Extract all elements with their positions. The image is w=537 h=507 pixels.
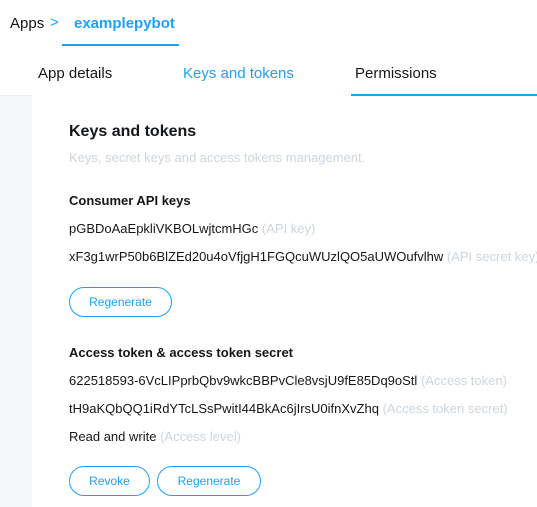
app-page: Apps > examplepybot App details Keys and… <box>0 0 537 507</box>
access-token-row: 622518593-6VcLIPprbQbv9wkcBBPvCle8vsjU9f… <box>69 373 507 388</box>
page-title: Keys and tokens <box>69 123 197 140</box>
access-token-hint: (Access token) <box>420 373 507 388</box>
access-secret-value[interactable]: tH9aKQbQQ1iRdYTcLSsPwitI44BkAc6jIrsU0ifn… <box>69 401 379 416</box>
page-subtitle: Keys, secret keys and access tokens mana… <box>69 150 366 165</box>
breadcrumb-current-app[interactable]: examplepybot <box>74 15 175 32</box>
revoke-button[interactable]: Revoke <box>69 466 150 496</box>
access-token-value[interactable]: 622518593-6VcLIPprbQbv9wkcBBPvCle8vsjU9f… <box>69 373 417 388</box>
tab-app-details[interactable]: App details <box>38 65 112 82</box>
tab-keys-and-tokens[interactable]: Keys and tokens <box>183 65 294 82</box>
access-level-row: Read and write (Access level) <box>69 429 241 444</box>
access-level-value: Read and write <box>69 429 157 444</box>
regenerate-access-token-button[interactable]: Regenerate <box>157 466 261 496</box>
consumer-keys-heading: Consumer API keys <box>69 193 191 208</box>
access-level-hint: (Access level) <box>160 429 241 444</box>
chevron-right-icon: > <box>50 14 59 31</box>
api-key-row: pGBDoAaEpkliVKBOLwjtcmHGc (API key) <box>69 221 315 236</box>
access-secret-row: tH9aKQbQQ1iRdYTcLSsPwitI44BkAc6jIrsU0ifn… <box>69 401 508 416</box>
api-key-hint: (API key) <box>261 221 316 236</box>
breadcrumb: Apps > examplepybot <box>0 0 537 46</box>
access-token-heading: Access token & access token secret <box>69 345 294 360</box>
api-secret-row: xF3g1wrP50b6BlZEd20u4oVfjgH1FGQcuWUzlQO5… <box>69 249 537 264</box>
api-secret-hint: (API secret key) <box>446 249 537 264</box>
keys-card: Keys and tokens Keys, secret keys and ac… <box>32 96 537 507</box>
regenerate-consumer-keys-button[interactable]: Regenerate <box>69 287 172 317</box>
tab-divider <box>0 95 32 96</box>
access-secret-hint: (Access token secret) <box>382 401 508 416</box>
tab-permissions[interactable]: Permissions <box>355 65 437 82</box>
breadcrumb-apps-link[interactable]: Apps <box>10 15 44 32</box>
api-key-value[interactable]: pGBDoAaEpkliVKBOLwjtcmHGc <box>69 221 258 236</box>
api-secret-value[interactable]: xF3g1wrP50b6BlZEd20u4oVfjgH1FGQcuWUzlQO5… <box>69 249 443 264</box>
tab-bar: App details Keys and tokens Permissions <box>0 46 537 96</box>
